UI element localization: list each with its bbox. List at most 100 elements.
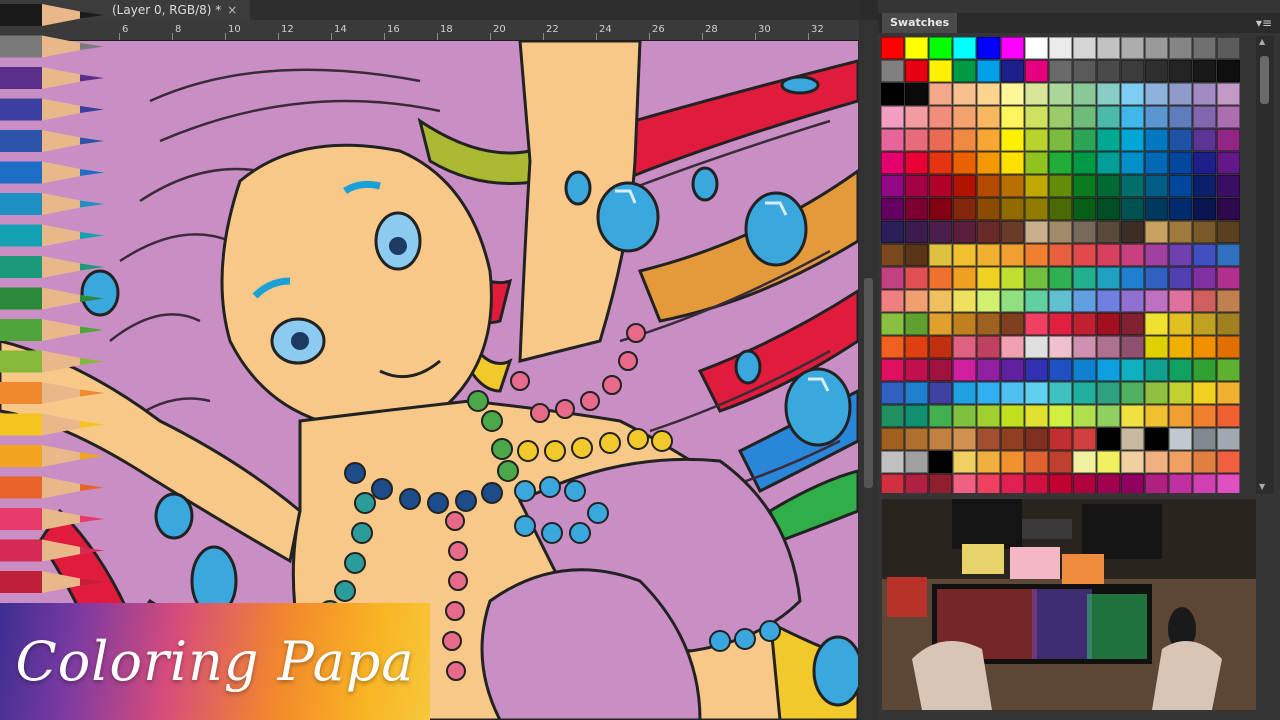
color-swatch[interactable] [977,474,1000,493]
color-swatch[interactable] [1049,175,1072,197]
color-swatch[interactable] [953,221,976,243]
color-swatch[interactable] [929,336,952,358]
color-swatch[interactable] [1073,359,1096,381]
tab-swatches[interactable]: Swatches [882,13,958,33]
color-swatch[interactable] [1169,359,1192,381]
color-swatch[interactable] [905,221,928,243]
color-swatch[interactable] [1169,106,1192,128]
color-swatch[interactable] [881,359,904,381]
color-swatch[interactable] [977,336,1000,358]
color-swatch[interactable] [1025,175,1048,197]
color-swatch[interactable] [1169,313,1192,335]
color-swatch[interactable] [1121,106,1144,128]
color-swatch[interactable] [905,83,928,105]
color-swatch[interactable] [1049,290,1072,312]
color-swatch[interactable] [929,152,952,174]
color-swatch[interactable] [905,451,928,473]
color-swatch[interactable] [1121,175,1144,197]
color-swatch[interactable] [1121,474,1144,493]
color-swatch[interactable] [1121,290,1144,312]
color-swatch[interactable] [881,129,904,151]
swatches-scroll-thumb[interactable] [1260,56,1269,104]
color-swatch[interactable] [881,290,904,312]
color-swatch[interactable] [1025,313,1048,335]
color-swatch[interactable] [881,60,904,82]
color-swatch[interactable] [977,221,1000,243]
color-swatch[interactable] [1169,83,1192,105]
color-swatch[interactable] [953,83,976,105]
color-swatch[interactable] [1169,428,1192,450]
color-swatch[interactable] [1097,175,1120,197]
color-swatch[interactable] [953,106,976,128]
color-swatch[interactable] [905,175,928,197]
color-swatch[interactable] [881,382,904,404]
color-swatch[interactable] [1217,451,1240,473]
color-swatch[interactable] [1097,336,1120,358]
color-swatch[interactable] [1097,474,1120,493]
color-swatch[interactable] [953,428,976,450]
color-swatch[interactable] [1049,83,1072,105]
color-swatch[interactable] [881,244,904,266]
color-swatch[interactable] [905,382,928,404]
color-swatch[interactable] [1145,451,1168,473]
color-swatch[interactable] [1073,244,1096,266]
color-swatch[interactable] [1193,359,1216,381]
color-swatch[interactable] [1097,451,1120,473]
color-swatch[interactable] [1193,129,1216,151]
color-swatch[interactable] [1049,336,1072,358]
color-swatch[interactable] [1097,152,1120,174]
color-swatch[interactable] [977,290,1000,312]
color-swatch[interactable] [905,359,928,381]
color-swatch[interactable] [1049,359,1072,381]
color-swatch[interactable] [1193,474,1216,493]
color-swatch[interactable] [929,60,952,82]
color-swatch[interactable] [1169,267,1192,289]
color-swatch[interactable] [1145,336,1168,358]
color-swatch[interactable] [1001,60,1024,82]
color-swatch[interactable] [881,106,904,128]
color-swatch[interactable] [881,152,904,174]
color-swatch[interactable] [1217,336,1240,358]
color-swatch[interactable] [1025,474,1048,493]
color-swatch[interactable] [1169,129,1192,151]
color-swatch[interactable] [1193,37,1216,59]
color-swatch[interactable] [977,175,1000,197]
color-swatch[interactable] [1049,198,1072,220]
color-swatch[interactable] [1145,313,1168,335]
color-swatch[interactable] [929,474,952,493]
color-swatch[interactable] [1073,336,1096,358]
color-swatch[interactable] [1217,175,1240,197]
color-swatch[interactable] [1217,106,1240,128]
color-swatch[interactable] [953,175,976,197]
color-swatch[interactable] [1073,106,1096,128]
color-swatch[interactable] [977,428,1000,450]
color-swatch[interactable] [1073,267,1096,289]
color-swatch[interactable] [1145,129,1168,151]
color-swatch[interactable] [1049,474,1072,493]
color-swatch[interactable] [1025,106,1048,128]
color-swatch[interactable] [977,359,1000,381]
color-swatch[interactable] [905,336,928,358]
color-swatch[interactable] [1217,129,1240,151]
color-swatch[interactable] [905,313,928,335]
panel-menu-icon[interactable]: ▾≡ [1256,13,1272,33]
color-swatch[interactable] [1169,244,1192,266]
scroll-up-icon[interactable]: ▲ [1259,37,1265,46]
color-swatch[interactable] [905,37,928,59]
color-swatch[interactable] [1193,405,1216,427]
color-swatch[interactable] [929,244,952,266]
color-swatch[interactable] [1169,474,1192,493]
color-swatch[interactable] [1193,106,1216,128]
color-swatch[interactable] [1025,428,1048,450]
color-swatch[interactable] [929,359,952,381]
color-swatch[interactable] [1193,152,1216,174]
color-swatch[interactable] [1001,198,1024,220]
color-swatch[interactable] [1217,60,1240,82]
color-swatch[interactable] [1049,60,1072,82]
color-swatch[interactable] [1169,451,1192,473]
color-swatch[interactable] [1217,221,1240,243]
color-swatch[interactable] [1025,198,1048,220]
color-swatch[interactable] [1121,37,1144,59]
color-swatch[interactable] [1193,428,1216,450]
color-swatch[interactable] [1025,244,1048,266]
